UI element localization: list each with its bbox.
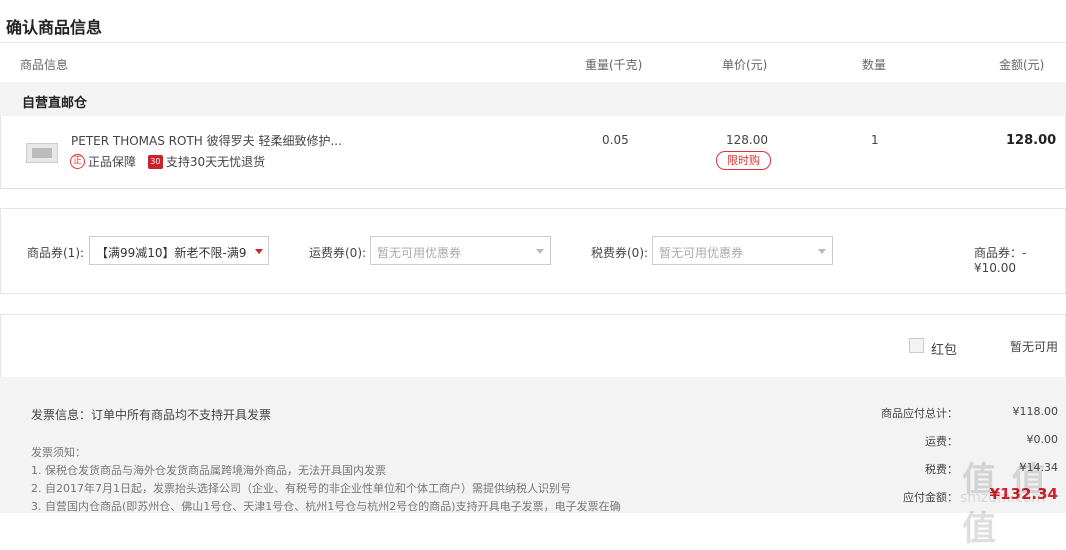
product-name-link[interactable]: PETER THOMAS ROTH 彼得罗夫 轻柔细致修护... xyxy=(71,132,342,149)
warehouse-name: 自营直邮仓 xyxy=(22,96,88,111)
column-header-amount: 金额(元) xyxy=(999,58,1045,72)
column-header-info: 商品信息 xyxy=(20,58,69,72)
red-packet-checkbox[interactable] xyxy=(909,338,924,353)
invoice-note: 3. 自营国内仓商品(即苏州仓、佛山1号仓、天津1号仓、杭州1号仓与杭州2号仓的… xyxy=(31,500,621,513)
payable-total-label: 应付金额： xyxy=(903,491,958,504)
goods-coupon-select[interactable]: 【满99减10】新老不限-满9... xyxy=(89,236,269,265)
invoice-note: 1. 保税仓发货商品与海外仓发货商品属跨境海外商品，无法开具国内发票 xyxy=(31,464,386,477)
red-packet-section xyxy=(0,314,1066,377)
product-amount: 128.00 xyxy=(1006,133,1057,148)
column-header-weight: 重量(千克) xyxy=(585,58,643,72)
section-title: 确认商品信息 xyxy=(6,18,103,37)
tax-coupon-placeholder: 暂无可用优惠券 xyxy=(659,246,744,260)
authentic-guarantee-icon: 正 xyxy=(70,154,85,169)
red-packet-label: 红包 xyxy=(931,343,958,358)
subtotal-label: 商品应付总计： xyxy=(881,407,958,420)
30-day-return-icon: 30 xyxy=(147,154,163,169)
product-quantity: 1 xyxy=(871,133,879,147)
product-unit-price: 128.00 xyxy=(726,133,768,147)
invoice-notes-title: 发票须知： xyxy=(31,446,86,459)
coupon-discount-summary: 商品券：-¥10.00 xyxy=(974,246,1027,275)
red-packet-status: 暂无可用 xyxy=(1010,340,1059,354)
shipping-fee-value: ¥0.00 xyxy=(1026,433,1059,446)
product-weight: 0.05 xyxy=(602,133,629,147)
warehouse-bar xyxy=(0,82,1066,116)
watermark-text: smzdm.com xyxy=(960,490,1046,506)
subtotal-value: ¥118.00 xyxy=(1012,405,1059,418)
chevron-down-icon xyxy=(255,249,263,254)
divider xyxy=(0,42,1066,43)
shipping-coupon-label: 运费券(0): xyxy=(309,246,367,260)
invoice-note: 2. 自2017年7月1日起，发票抬头选择公司（企业、有税号的非企业性单位和个体… xyxy=(31,482,571,495)
tax-fee-label: 税费： xyxy=(925,463,958,476)
tax-coupon-select[interactable]: 暂无可用优惠券 xyxy=(652,236,833,265)
authentic-guarantee-label: 正品保障 xyxy=(88,155,137,169)
goods-coupon-value: 【满99减10】新老不限-满9... xyxy=(96,246,248,260)
chevron-down-icon xyxy=(818,249,826,254)
tax-coupon-label: 税费券(0): xyxy=(591,246,649,260)
invoice-info: 发票信息：订单中所有商品均不支持开具发票 xyxy=(31,408,272,422)
chevron-down-icon xyxy=(536,249,544,254)
product-thumbnail[interactable] xyxy=(26,143,58,163)
shipping-fee-label: 运费： xyxy=(925,435,958,448)
shipping-coupon-placeholder: 暂无可用优惠券 xyxy=(377,246,462,260)
return-policy-label: 支持30天无忧退货 xyxy=(165,155,266,169)
shipping-coupon-select[interactable]: 暂无可用优惠券 xyxy=(370,236,551,265)
product-badges: 正正品保障 30 支持30天无忧退货 xyxy=(70,153,273,170)
flash-sale-badge: 限时购 xyxy=(716,151,771,170)
column-header-qty: 数量 xyxy=(862,58,887,72)
goods-coupon-label: 商品券(1): xyxy=(27,246,85,260)
column-header-unit-price: 单价(元) xyxy=(722,58,768,72)
